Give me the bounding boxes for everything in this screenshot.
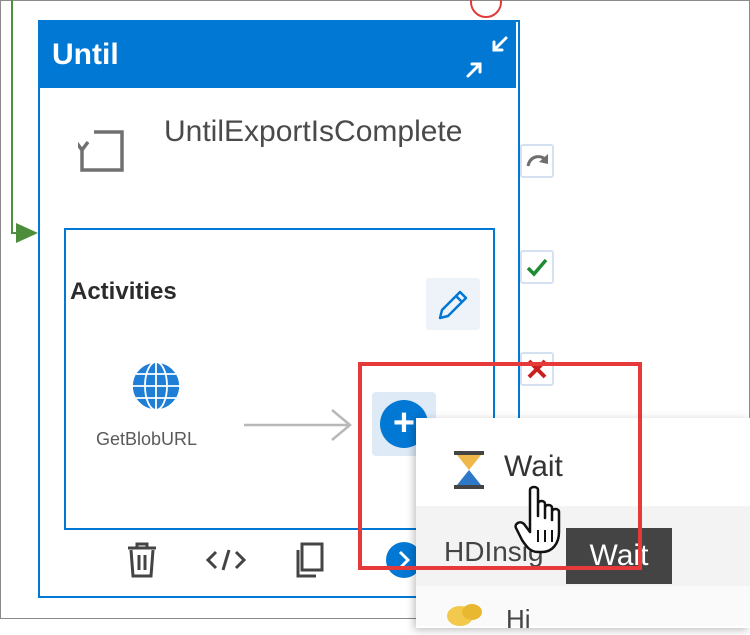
copy-icon[interactable]	[288, 538, 332, 582]
check-icon[interactable]	[520, 250, 554, 284]
trash-icon[interactable]	[120, 538, 164, 582]
menu-item-hive-label[interactable]: Hi	[506, 604, 531, 635]
pencil-icon	[438, 290, 468, 320]
globe-icon[interactable]	[130, 360, 182, 412]
code-icon[interactable]	[204, 538, 248, 582]
redo-icon[interactable]	[520, 144, 554, 178]
activities-heading: Activities	[70, 278, 177, 305]
highlight-box	[358, 362, 642, 570]
loop-icon	[78, 130, 124, 172]
hive-icon	[447, 604, 482, 626]
card-header-title: Until	[52, 38, 119, 71]
connector-arrow	[244, 409, 352, 441]
activity-name: UntilExportIsComplete	[164, 115, 463, 148]
collapse-icon[interactable]	[464, 34, 510, 80]
inner-activity-label[interactable]: GetBlobURL	[96, 426, 236, 452]
flow-line	[11, 0, 13, 234]
edit-activities-button[interactable]	[426, 278, 480, 330]
flow-arrow-icon	[16, 223, 38, 243]
